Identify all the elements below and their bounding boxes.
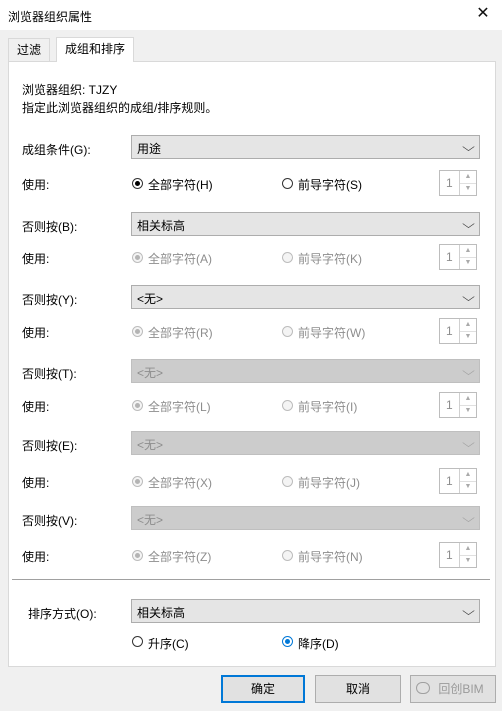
chevron-down-icon: ⌵ bbox=[462, 511, 475, 525]
leading-chars-label-4: 前导字符(J) bbox=[298, 476, 360, 490]
chevron-down-icon: ⌵ bbox=[462, 604, 475, 618]
tab-filter[interactable]: 过滤 bbox=[8, 38, 51, 61]
char-count-value-4: 1 bbox=[446, 474, 453, 488]
group-label-4: 否则按(E): bbox=[22, 439, 78, 453]
chevron-down-icon: ⌵ bbox=[462, 140, 475, 154]
separator bbox=[12, 579, 490, 580]
char-count-value-2: 1 bbox=[446, 324, 453, 338]
sort-combo-value: 相关标高 bbox=[137, 606, 186, 620]
group-label-1: 否则按(B): bbox=[22, 220, 78, 234]
radio-leading-chars-0[interactable] bbox=[282, 178, 293, 189]
sort-combo[interactable]: 相关标高 ⌵ bbox=[131, 599, 480, 623]
leading-chars-label-0: 前导字符(S) bbox=[298, 178, 362, 192]
chevron-down-icon: ▼ bbox=[464, 259, 472, 266]
all-chars-label-2: 全部字符(R) bbox=[148, 326, 213, 340]
close-icon[interactable]: ✕ bbox=[470, 3, 496, 25]
ascending-label: 升序(C) bbox=[148, 637, 189, 651]
radio-all-chars-2 bbox=[132, 326, 143, 337]
radio-all-chars-3 bbox=[132, 400, 143, 411]
radio-leading-chars-3 bbox=[282, 400, 293, 411]
group-combo-value-5: <无> bbox=[137, 513, 164, 527]
group-combo-value-2: <无> bbox=[137, 292, 164, 306]
char-count-stepper-5: 1 ▲ ▼ bbox=[439, 542, 477, 568]
tab-group-sort[interactable]: 成组和排序 bbox=[56, 37, 135, 62]
char-count-value-1: 1 bbox=[446, 250, 453, 264]
descending-label: 降序(D) bbox=[298, 637, 339, 651]
ok-button[interactable]: 确定 bbox=[221, 675, 305, 703]
chevron-down-icon: ▼ bbox=[464, 483, 472, 490]
radio-all-chars-1 bbox=[132, 252, 143, 263]
char-count-stepper-0: 1 ▲ ▼ bbox=[439, 170, 477, 196]
group-combo-value-4: <无> bbox=[137, 438, 164, 452]
org-line: 浏览器组织: TJZY bbox=[22, 83, 118, 97]
stepper-buttons: ▲ ▼ bbox=[459, 469, 476, 493]
chevron-down-icon: ⌵ bbox=[462, 290, 475, 304]
group-combo-2[interactable]: <无> ⌵ bbox=[131, 285, 480, 309]
char-count-stepper-3: 1 ▲ ▼ bbox=[439, 392, 477, 418]
radio-leading-chars-5 bbox=[282, 550, 293, 561]
group-combo-value-0: 用途 bbox=[137, 142, 162, 156]
use-label-2: 使用: bbox=[22, 326, 50, 340]
chevron-down-icon: ⌵ bbox=[462, 436, 475, 450]
group-combo-1[interactable]: 相关标高 ⌵ bbox=[131, 212, 480, 236]
stepper-buttons: ▲ ▼ bbox=[459, 171, 476, 195]
group-combo-5: <无> ⌵ bbox=[131, 506, 480, 530]
radio-all-chars-0[interactable] bbox=[132, 178, 143, 189]
all-chars-label-1: 全部字符(A) bbox=[148, 252, 212, 266]
use-label-3: 使用: bbox=[22, 400, 50, 414]
use-label-5: 使用: bbox=[22, 550, 50, 564]
sort-label: 排序方式(O): bbox=[28, 607, 97, 621]
chat-icon bbox=[416, 682, 430, 694]
group-combo-value-3: <无> bbox=[137, 366, 164, 380]
char-count-value-0: 1 bbox=[446, 176, 453, 190]
chevron-down-icon: ⌵ bbox=[462, 364, 475, 378]
all-chars-label-0: 全部字符(H) bbox=[148, 178, 213, 192]
chevron-down-icon: ⌵ bbox=[462, 217, 475, 231]
use-label-0: 使用: bbox=[22, 178, 50, 192]
use-label-1: 使用: bbox=[22, 252, 50, 266]
group-label-2: 否则按(Y): bbox=[22, 293, 78, 307]
cancel-button[interactable]: 取消 bbox=[315, 675, 401, 703]
all-chars-label-3: 全部字符(L) bbox=[148, 400, 211, 414]
radio-descending[interactable] bbox=[282, 636, 293, 647]
group-combo-value-1: 相关标高 bbox=[137, 219, 186, 233]
group-combo-4: <无> ⌵ bbox=[131, 431, 480, 455]
stepper-buttons: ▲ ▼ bbox=[459, 245, 476, 269]
leading-chars-label-5: 前导字符(N) bbox=[298, 550, 363, 564]
chevron-down-icon: ▼ bbox=[464, 333, 472, 340]
char-count-value-3: 1 bbox=[446, 398, 453, 412]
chevron-down-icon: ▼ bbox=[464, 407, 472, 414]
radio-all-chars-5 bbox=[132, 550, 143, 561]
group-label-5: 否则按(V): bbox=[22, 514, 78, 528]
stepper-buttons: ▲ ▼ bbox=[459, 319, 476, 343]
radio-leading-chars-1 bbox=[282, 252, 293, 263]
chevron-down-icon: ▼ bbox=[464, 185, 472, 192]
group-combo-3: <无> ⌵ bbox=[131, 359, 480, 383]
radio-leading-chars-4 bbox=[282, 476, 293, 487]
chevron-down-icon: ▼ bbox=[464, 557, 472, 564]
all-chars-label-4: 全部字符(X) bbox=[148, 476, 212, 490]
radio-ascending[interactable] bbox=[132, 636, 143, 647]
char-count-value-5: 1 bbox=[446, 548, 453, 562]
all-chars-label-5: 全部字符(Z) bbox=[148, 550, 212, 564]
group-label-3: 否则按(T): bbox=[22, 367, 77, 381]
use-label-4: 使用: bbox=[22, 476, 50, 490]
stepper-buttons: ▲ ▼ bbox=[459, 393, 476, 417]
watermark-text: 回创BIM bbox=[438, 682, 484, 696]
desc-line: 指定此浏览器组织的成组/排序规则。 bbox=[22, 101, 218, 115]
radio-leading-chars-2 bbox=[282, 326, 293, 337]
group-label-0: 成组条件(G): bbox=[22, 143, 91, 157]
leading-chars-label-2: 前导字符(W) bbox=[298, 326, 366, 340]
leading-chars-label-3: 前导字符(I) bbox=[298, 400, 358, 414]
stepper-buttons: ▲ ▼ bbox=[459, 543, 476, 567]
window-title: 浏览器组织属性 bbox=[8, 10, 93, 24]
group-combo-0[interactable]: 用途 ⌵ bbox=[131, 135, 480, 159]
char-count-stepper-4: 1 ▲ ▼ bbox=[439, 468, 477, 494]
char-count-stepper-1: 1 ▲ ▼ bbox=[439, 244, 477, 270]
leading-chars-label-1: 前导字符(K) bbox=[298, 252, 362, 266]
radio-all-chars-4 bbox=[132, 476, 143, 487]
char-count-stepper-2: 1 ▲ ▼ bbox=[439, 318, 477, 344]
